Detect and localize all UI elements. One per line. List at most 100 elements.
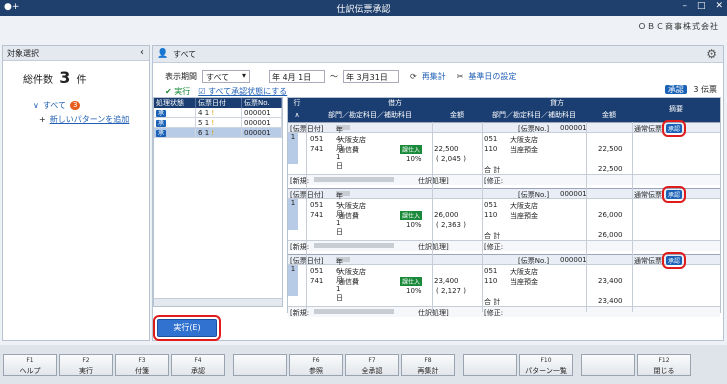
slip-list-header: 処理状態 伝票日付 伝票No. [154, 98, 282, 108]
minimize-icon[interactable]: – [682, 1, 687, 11]
approve-all-link[interactable]: ☑ すべて承認状態にする [198, 86, 287, 97]
chevron-down-icon[interactable]: ∨ [33, 101, 39, 110]
col-credit-amount: 金額 [602, 111, 616, 119]
col-date[interactable]: 伝票日付 [196, 98, 242, 108]
tax-rate: 10% [406, 155, 422, 163]
credit-dept-name: 大阪支店 [510, 202, 538, 210]
approve-button[interactable]: 承認 [661, 252, 687, 269]
tools-icon[interactable]: ✂ [457, 72, 464, 81]
debit-account-code: 741 [310, 145, 324, 153]
debit-account-name: 通信費 [338, 212, 359, 220]
horizontal-scrollbar[interactable] [154, 298, 282, 306]
fkey-execute[interactable]: F2 実行 [59, 353, 113, 376]
credit-account-name: 当座預金 [510, 278, 538, 286]
fkey-pattern-list[interactable]: F10 パターン一覧 [519, 353, 573, 376]
fkey-code: F1 [26, 356, 34, 364]
warning-icon: ! [211, 119, 215, 127]
fkey-reference[interactable]: F6 参照 [289, 353, 343, 376]
slip-row[interactable]: 承 4 1 ! 000001 [154, 108, 282, 118]
fkey-close[interactable]: F12 閉じる [637, 353, 691, 376]
date-from-field[interactable]: 年 4月 1日 [269, 69, 325, 83]
approve-all-label: すべて承認状態にする [207, 87, 288, 96]
credit-dept-name: 大阪支店 [510, 268, 538, 276]
credit-account-name: 当座預金 [510, 146, 538, 154]
fkey-empty[interactable] [233, 353, 287, 376]
line-number: 1 [288, 199, 298, 230]
tree-item-all[interactable]: ∨ すべて 3 [33, 98, 129, 112]
fkey-label: 閉じる [653, 366, 675, 375]
period-label: 表示期間 [165, 71, 197, 81]
fkey-recalc[interactable]: F8 再集計 [401, 353, 455, 376]
edit-label: [修正: [484, 309, 504, 317]
total-value: 3 [59, 68, 71, 87]
edit-label: [修正: [484, 177, 504, 185]
credit-dept-name: 大阪支店 [510, 136, 538, 144]
credit-dept-code: 051 [484, 201, 498, 209]
fkey-empty[interactable] [581, 353, 635, 376]
credit-account-code: 110 [484, 211, 498, 219]
col-status[interactable]: 処理状態 [154, 98, 196, 108]
fkey-empty[interactable] [463, 353, 517, 376]
slip-type: 通常伝票 [634, 257, 662, 265]
approve-button[interactable]: 承認 [661, 120, 687, 137]
credit-amount: 23,400 [598, 277, 623, 285]
pattern-name: すべて [173, 50, 197, 59]
debit-dept-name: 大阪支店 [338, 202, 366, 210]
grid-header: 行 ∧ 借方 部門／勘定科目／補助科目 金額 貸方 部門／勘定科目／補助科目 金… [288, 98, 720, 122]
debit-dept-name: 大阪支店 [338, 268, 366, 276]
slip-row[interactable]: 承 5 1 ! 000001 [154, 118, 282, 128]
fkey-approve[interactable]: F4 承認 [171, 353, 225, 376]
main-header: 👤 すべて ⚙ [153, 46, 723, 63]
col-debit: 借方 [388, 99, 402, 107]
exec-link-label: 実行 [174, 87, 191, 96]
base-date-link[interactable]: 基準日の設定 [468, 71, 516, 82]
fkey-sticky[interactable]: F3 付箋 [115, 353, 169, 376]
entry-total: 26,000 [598, 231, 623, 239]
maximize-icon[interactable]: □ [697, 1, 706, 11]
slip-list: 処理状態 伝票日付 伝票No. 承 4 1 ! 000001 承 5 1 ! 0… [153, 97, 283, 307]
fkey-code: F4 [194, 356, 202, 364]
period-select[interactable]: すべて [202, 69, 250, 83]
proc-label: 仕訳処理] [418, 177, 449, 185]
debit-account-name: 通信費 [338, 278, 359, 286]
journal-entry[interactable]: [伝票日付] 年 4月 1日 [伝票No.] 000001 通常伝票 承認 1 … [288, 120, 720, 186]
action-links: ✔ 実行 ☑ すべて承認状態にする [165, 86, 287, 97]
line-number: 1 [288, 265, 298, 296]
approved-count: 承認 3 伝票 [664, 84, 717, 95]
slip-row[interactable]: 承 6 1 ! 000001 [154, 128, 282, 138]
count-badge: 3 [69, 100, 81, 110]
slip-no: 000001 [242, 118, 282, 127]
no-label: [伝票No.] [518, 191, 550, 199]
sort-up-icon[interactable]: ∧ [290, 110, 304, 121]
fkey-code: F8 [424, 356, 432, 364]
slip-no: 000001 [242, 108, 282, 117]
gear-icon[interactable]: ⚙ [706, 47, 717, 61]
refresh-icon[interactable]: ⟳ [410, 72, 417, 81]
debit-amount: 22,500 [434, 145, 459, 153]
fkey-label: 全承認 [361, 366, 383, 375]
plus-icon: + [39, 114, 46, 124]
debit-dept-code: 051 [310, 201, 324, 209]
no-label: [伝票No.] [518, 257, 550, 265]
fkey-help[interactable]: F1 ヘルプ [3, 353, 57, 376]
exec-link[interactable]: ✔ 実行 [165, 86, 190, 97]
fkey-approve-all[interactable]: F7 全承認 [345, 353, 399, 376]
date-to-field[interactable]: 年 3月31日 [343, 69, 399, 83]
collapse-icon[interactable]: ‹ [140, 47, 144, 58]
line-number: 1 [288, 133, 298, 164]
slip-date: 6 [198, 129, 203, 137]
journal-grid: 行 ∧ 借方 部門／勘定科目／補助科目 金額 貸方 部門／勘定科目／補助科目 金… [287, 97, 721, 317]
recalc-link[interactable]: 再集計 [422, 71, 446, 82]
journal-entry[interactable]: [伝票日付] 年 6月 1日 [伝票No.] 000001 通常伝票 承認 1 … [288, 252, 720, 318]
execute-button[interactable]: 実行(E) [153, 315, 221, 341]
close-icon[interactable]: ✕ [715, 1, 723, 11]
status-badge: 承 [156, 130, 167, 137]
tax-badge: 課仕入 [400, 277, 423, 286]
status-badge: 承 [156, 110, 167, 117]
journal-entry[interactable]: [伝票日付] 年 5月 1日 [伝票No.] 000001 通常伝票 承認 1 … [288, 186, 720, 252]
approve-button[interactable]: 承認 [661, 186, 687, 203]
col-no[interactable]: 伝票No. [242, 98, 282, 108]
add-pattern-link[interactable]: 新しいパターンを追加 [50, 114, 130, 125]
tree-item-add[interactable]: + 新しいパターンを追加 [33, 112, 129, 126]
entry-total: 23,400 [598, 297, 623, 305]
